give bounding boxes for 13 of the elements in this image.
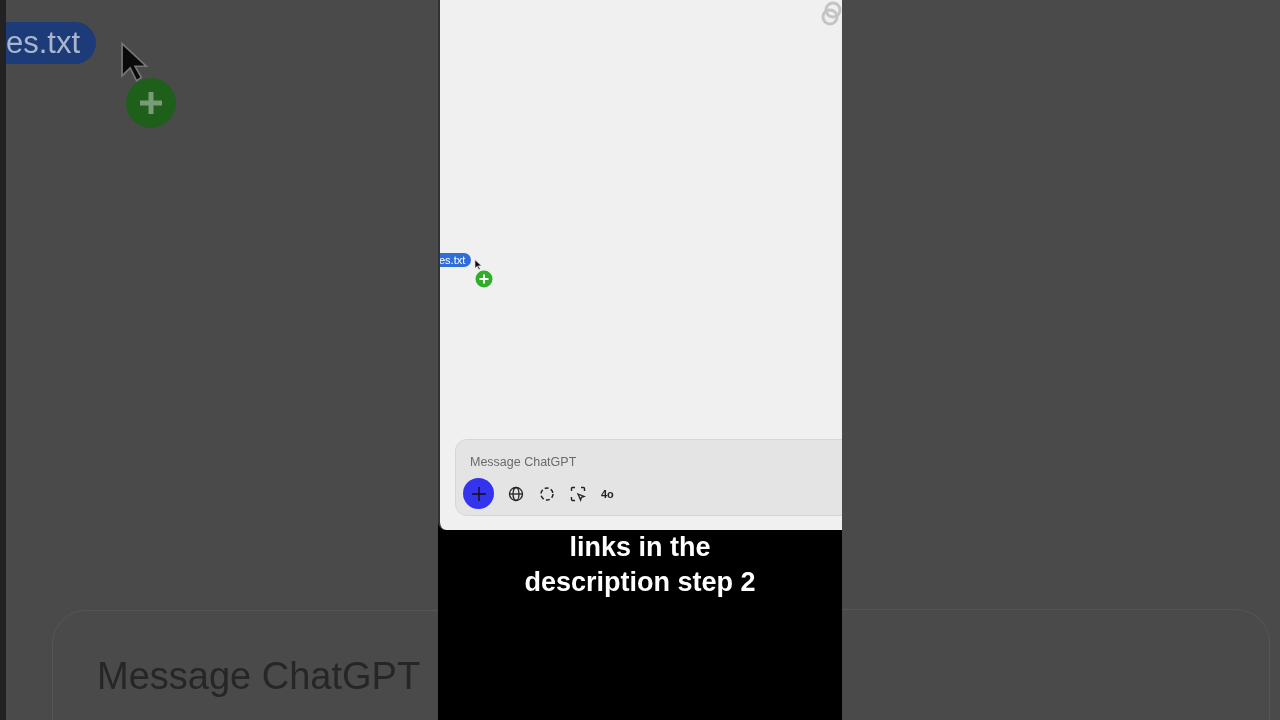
caption: links in the description step 2 <box>523 531 757 599</box>
plus-icon <box>470 485 487 502</box>
add-button[interactable] <box>463 478 494 509</box>
plus-icon <box>125 77 177 129</box>
model-label[interactable]: 4o <box>601 487 614 500</box>
plus-icon <box>475 270 493 288</box>
dashed-circle-icon[interactable] <box>539 485 555 502</box>
globe-icon[interactable] <box>508 485 524 502</box>
file-chip: es.txt <box>6 22 97 64</box>
cursor-icon <box>474 259 483 271</box>
file-chip[interactable]: es.txt <box>440 253 472 267</box>
select-icon[interactable] <box>570 485 586 502</box>
message-field[interactable]: Message ChatGPT <box>463 455 770 469</box>
